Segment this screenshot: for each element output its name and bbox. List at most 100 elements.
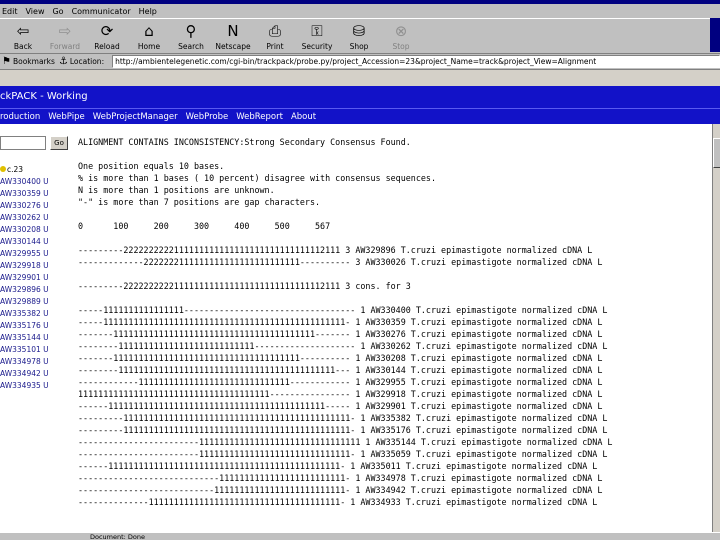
tree-item[interactable]: AW334942 U [0,368,70,380]
alignment-line: ---------2222222222111111111111111111111… [78,245,593,255]
toolbar-button-label: Stop [392,42,410,51]
tree-item[interactable]: AW330144 U [0,236,70,248]
toolbar-button-label: Shop [349,42,369,51]
alignment-line: ---------------------------1111111111111… [78,485,603,495]
reload-button[interactable]: ⟳ Reload [86,19,128,53]
location-label: Location: [69,57,105,66]
alignment-line: One position equals 10 bases. [78,161,225,171]
stop-icon: ⊗ [394,22,408,40]
app-menu-about[interactable]: About [291,112,316,122]
netscape-icon: N [227,22,239,40]
shop-button[interactable]: ⛁ Shop [338,19,380,53]
search-icon: ⚲ [185,22,197,40]
url-input[interactable]: http://ambientelegenetic.com/cgi-bin/tra… [112,55,720,68]
forward-button[interactable]: ⇨ Forward [44,19,86,53]
toolbar-button-label: Print [266,42,284,51]
tree-item[interactable]: AW329896 U [0,284,70,296]
tree-root[interactable]: c.23 [0,164,70,176]
tree-item[interactable]: AW330359 U [0,188,70,200]
toolbar-button-label: Home [137,42,161,51]
tree-item[interactable]: AW329901 U [0,272,70,284]
tree-item[interactable]: AW329955 U [0,248,70,260]
alignment-line [78,208,712,220]
app-menu-webpipe[interactable]: WebPipe [48,112,84,122]
forward-arrow-icon: ⇨ [58,22,72,40]
app-menu-roduction[interactable]: roduction [0,112,40,122]
tree-item[interactable]: AW335176 U [0,320,70,332]
alignment-line: -----11111111111111111111111111111111111… [78,317,603,327]
home-button[interactable]: ⌂ Home [128,19,170,53]
app-menu-webprojectmanager[interactable]: WebProjectManager [93,112,178,122]
browser-menu-bar: Edit View Go Communicator Help [0,4,720,18]
tree-item[interactable]: AW330262 U [0,212,70,224]
toolbar-button-label: Reload [94,42,120,51]
menu-item-edit[interactable]: Edit [2,7,18,16]
alignment-line [78,232,712,244]
alignment-line: --------------11111111111111111111111111… [78,497,598,507]
menu-item-help[interactable]: Help [139,7,157,16]
browser-toolbar: ⇦ Back ⇨ Forward ⟳ Reload ⌂ Home ⚲ Search N Netscap… [0,18,720,54]
scrollbar-thumb[interactable] [713,138,720,168]
alignment-line: ---------2222222222111111111111111111111… [78,281,411,291]
toolbar-button-label: Search [178,42,204,51]
app-menu-webreport[interactable]: WebReport [236,112,283,122]
go-button[interactable]: Go [50,136,68,150]
alignment-line: ------------------------1111111111111111… [78,449,608,459]
tree-item[interactable]: AW330208 U [0,224,70,236]
security-button[interactable]: ⚿ Security [296,19,338,53]
print-button[interactable]: ⎙ Print [254,19,296,53]
alignment-line: ----------------------------111111111111… [78,473,603,483]
alignment-line: ------1111111111111111111111111111111111… [78,401,603,411]
tree-item[interactable]: AW334935 U [0,380,70,392]
tree-item[interactable]: AW330400 U [0,176,70,188]
alignment-line: ------------------------1111111111111111… [78,437,613,447]
folder-icon [0,166,6,172]
menu-item-communicator[interactable]: Communicator [72,7,131,16]
location-bar: ⚑ Bookmarks ⚓ Location: http://ambientel… [0,54,720,70]
bookmarks-button[interactable]: Bookmarks [13,57,55,66]
lock-icon: ⚿ [311,22,323,40]
status-bar: Document: Done [0,532,720,540]
netscape-button[interactable]: N Netscape [212,19,254,53]
toolbar-button-label: Back [13,42,33,51]
tree-item[interactable]: AW335101 U [0,344,70,356]
alignment-line: ------------1111111111111111111111111111… [78,377,603,387]
toolbar-button-label: Forward [49,42,81,51]
alignment-output: ALIGNMENT CONTAINS INCONSISTENCY:Strong … [78,136,712,508]
alignment-line [78,292,712,304]
alignment-line: N is more than 1 positions are unknown. [78,185,275,195]
location-icon: ⚓ [58,56,68,67]
vertical-scrollbar[interactable] [712,124,720,532]
print-icon: ⎙ [268,22,281,40]
back-button[interactable]: ⇦ Back [2,19,44,53]
alignment-line: -------111111111111111111111111111111111… [78,329,603,339]
search-button[interactable]: ⚲ Search [170,19,212,53]
tree-item[interactable]: AW335144 U [0,332,70,344]
sequence-tree: c.23 AW330400 U AW330359 U AW330276 U AW330… [0,164,70,392]
tree-item[interactable]: AW334978 U [0,356,70,368]
back-arrow-icon: ⇦ [16,22,30,40]
home-icon: ⌂ [144,22,154,40]
tree-item[interactable]: AW329918 U [0,260,70,272]
alignment-line: -------111111111111111111111111111111111… [78,353,603,363]
tree-item[interactable]: AW335382 U [0,308,70,320]
alignment-line [78,148,712,160]
stop-button[interactable]: ⊗ Stop [380,19,422,53]
app-menu-bar: roduction WebPipe WebProjectManager WebProb… [0,108,720,124]
left-panel: Go c.23 AW330400 U AW330359 U AW330276 U AW… [0,124,70,532]
tree-item[interactable]: AW329889 U [0,296,70,308]
netscape-logo [710,18,720,52]
alignment-line: -----1111111111111111-------------------… [78,305,608,315]
tree-root-label: c.23 [7,165,24,174]
alignment-line: 11111111111111111111111111111111111111--… [78,389,603,399]
menu-item-go[interactable]: Go [52,7,63,16]
app-menu-webprobe[interactable]: WebProbe [186,112,229,122]
alignment-line: "-" is more than 7 positions are gap cha… [78,197,321,207]
alignment-line: --------11111111111111111111111111111111… [78,365,603,375]
tree-item[interactable]: AW330276 U [0,200,70,212]
search-input[interactable] [0,136,46,150]
menu-item-view[interactable]: View [26,7,45,16]
alignment-line: 0 100 200 300 400 500 567 [78,221,331,231]
bookmarks-icon[interactable]: ⚑ [2,56,11,67]
toolbar-button-label: Security [301,42,333,51]
